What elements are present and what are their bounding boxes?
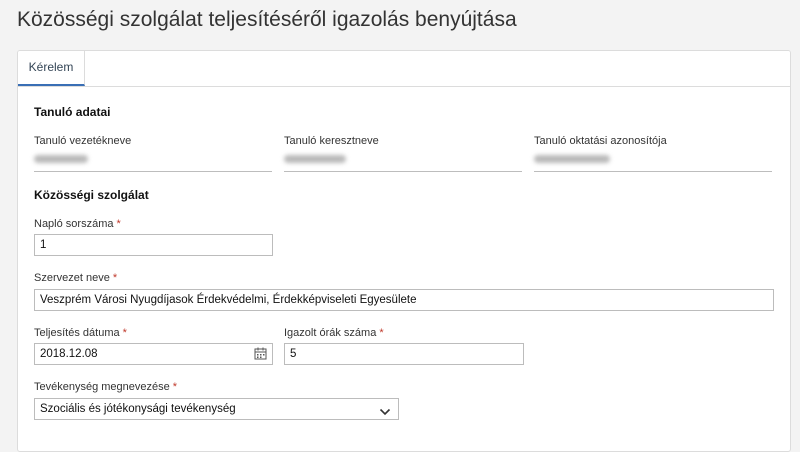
journal-number-label-text: Napló sorszáma (34, 218, 114, 230)
tab-request[interactable]: Kérelem (18, 51, 85, 86)
last-name-label: Tanuló vezetékneve (34, 135, 132, 147)
first-name-field (284, 149, 522, 172)
student-section-title: Tanuló adatai (34, 105, 111, 119)
organization-label-text: Szervezet neve (34, 272, 110, 284)
completion-date-label-text: Teljesítés dátuma (34, 327, 120, 339)
page-title: Közösségi szolgálat teljesítéséről igazo… (17, 8, 517, 31)
required-marker: * (172, 381, 178, 393)
required-marker: * (112, 272, 118, 284)
calendar-icon[interactable] (254, 347, 267, 360)
completion-date-value: 2018.12.08 (40, 348, 98, 360)
certified-hours-input[interactable]: 5 (284, 343, 524, 365)
student-id-field (534, 149, 772, 172)
organization-input[interactable]: Veszprém Városi Nyugdíjasok Érdekvédelmi… (34, 289, 774, 311)
service-section-title: Közösségi szolgálat (34, 188, 149, 202)
certified-hours-label: Igazolt órák száma * (284, 327, 384, 339)
first-name-label: Tanuló keresztneve (284, 135, 379, 147)
tab-bar: Kérelem (18, 51, 790, 87)
required-marker: * (122, 327, 127, 339)
completion-date-input[interactable]: 2018.12.08 (34, 343, 273, 365)
request-card: Kérelem Tanuló adatai Tanuló vezetékneve… (17, 50, 791, 452)
activity-label-text: Tevékenység megnevezése (34, 381, 170, 393)
required-marker: * (379, 327, 384, 339)
journal-number-input[interactable]: 1 (34, 234, 273, 256)
redacted-value (534, 155, 610, 163)
last-name-field (34, 149, 272, 172)
redacted-value (284, 155, 346, 163)
journal-number-label: Napló sorszáma * (34, 218, 121, 230)
redacted-value (34, 155, 88, 163)
activity-value: Szociális és jótékonysági tevékenység (40, 403, 236, 415)
required-marker: * (116, 218, 121, 230)
student-id-label: Tanuló oktatási azonosítója (534, 135, 667, 147)
activity-select[interactable]: Szociális és jótékonysági tevékenység (34, 398, 399, 420)
organization-label: Szervezet neve * (34, 272, 117, 284)
certified-hours-label-text: Igazolt órák száma (284, 327, 377, 339)
completion-date-label: Teljesítés dátuma * (34, 327, 127, 339)
chevron-down-icon[interactable] (379, 404, 391, 416)
activity-label: Tevékenység megnevezése * (34, 381, 177, 393)
